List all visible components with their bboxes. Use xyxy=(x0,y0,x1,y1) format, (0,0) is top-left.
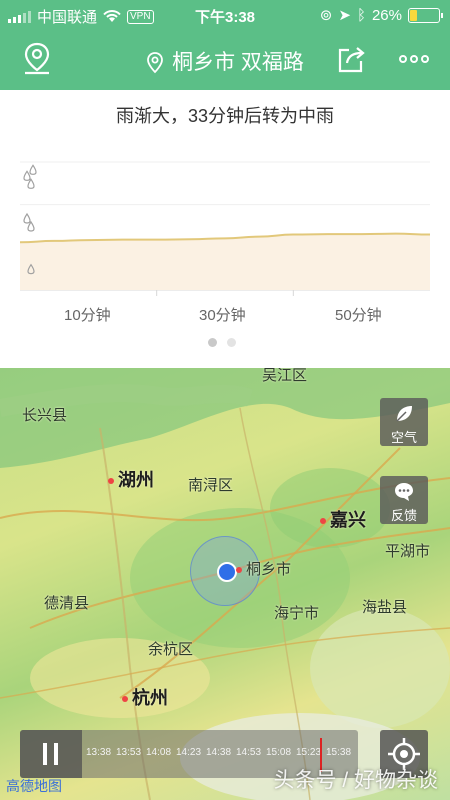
timeline-tick[interactable]: 15:08 xyxy=(266,747,296,758)
timeline-tick[interactable]: 14:08 xyxy=(146,747,176,758)
city-dot xyxy=(108,478,114,485)
timeline-tick[interactable]: 14:53 xyxy=(236,747,266,758)
timeline-tick[interactable]: 15:38 xyxy=(326,747,356,758)
rain-level-2-icon xyxy=(23,212,35,232)
air-quality-label: 空气 xyxy=(390,430,417,445)
status-right: ⊚ ➤ ᛒ 26% xyxy=(319,6,443,24)
air-quality-button[interactable]: 空气 xyxy=(380,398,428,446)
page-dot-2[interactable] xyxy=(227,338,236,347)
city-dot xyxy=(122,696,128,703)
chat-bubble-icon xyxy=(395,483,413,501)
feedback-label: 反馈 xyxy=(390,508,417,523)
timeline-tick[interactable]: 14:23 xyxy=(176,747,206,758)
rain-level-3-icon xyxy=(23,164,37,189)
bluetooth-icon: ᛒ xyxy=(356,6,366,24)
tongxiang-name: 桐乡市 xyxy=(246,561,292,578)
city-dot xyxy=(236,567,242,574)
map-label-tongxiang: 桐乡市 xyxy=(236,558,291,579)
watermark: 头条号 / 好物杂谈 xyxy=(273,769,438,792)
jiaxing-name: 嘉兴 xyxy=(330,510,366,530)
more-icon[interactable] xyxy=(398,52,430,66)
hangzhou-name: 杭州 xyxy=(132,688,168,708)
share-icon[interactable] xyxy=(336,44,366,74)
map-label-jiaxing: 嘉兴 xyxy=(320,506,366,532)
current-location-dot[interactable] xyxy=(217,562,237,582)
location-services-icon: ➤ xyxy=(338,7,351,24)
x-label-10: 10分钟 xyxy=(64,307,111,324)
map-credit[interactable]: 高德地图 xyxy=(6,776,62,796)
map-label-haining: 海宁市 xyxy=(274,605,320,622)
status-bar: 中国联通 VPN 下午3:38 ⊚ ➤ ᛒ 26% xyxy=(0,0,450,30)
page-indicator[interactable] xyxy=(208,338,236,347)
timeline-tick[interactable]: 13:38 xyxy=(86,747,116,758)
feedback-button[interactable]: 反馈 xyxy=(380,476,428,524)
huzhou-name: 湖州 xyxy=(118,470,154,490)
pause-icon xyxy=(43,743,47,765)
location-title[interactable]: 桐乡市 双福路 xyxy=(0,46,450,76)
map-label-hangzhou: 杭州 xyxy=(122,684,168,710)
battery-fill xyxy=(410,9,417,21)
forecast-card: 雨渐大，33分钟后转为中雨 10分钟 30分钟 50分钟 xyxy=(0,90,450,368)
precipitation-chart xyxy=(19,161,431,296)
map-label-nanxun: 南浔区 xyxy=(188,477,234,494)
radar-map[interactable]: 吴江区 长兴县 湖州 南浔区 嘉兴 平湖市 桐乡市 德清县 海宁市 海盐县 余杭… xyxy=(0,368,450,800)
timeline-tick[interactable]: 14:38 xyxy=(206,747,236,758)
x-label-50: 50分钟 xyxy=(335,307,382,324)
map-label-huzhou: 湖州 xyxy=(108,466,154,492)
map-label-wujiang: 吴江区 xyxy=(262,368,308,384)
timeline-ticks: 13:38 13:53 14:08 14:23 14:38 14:53 15:08 15:23… xyxy=(86,747,356,758)
leaf-icon xyxy=(396,406,412,422)
map-label-deqing: 德清县 xyxy=(44,595,90,612)
map-label-haiyan: 海盐县 xyxy=(362,599,408,616)
battery-icon xyxy=(408,7,443,23)
page-dot-1[interactable] xyxy=(208,338,217,347)
map-label-yuhang: 余杭区 xyxy=(148,641,194,658)
forecast-summary: 雨渐大，33分钟后转为中雨 xyxy=(115,106,335,126)
pause-button[interactable] xyxy=(20,730,82,778)
app-header: 桐乡市 双福路 xyxy=(0,30,450,90)
map-pin-icon xyxy=(147,52,163,74)
city-dot xyxy=(320,518,326,525)
x-label-30: 30分钟 xyxy=(199,307,246,324)
battery-percent: 26% xyxy=(371,6,402,24)
timeline-tick[interactable]: 13:53 xyxy=(116,747,146,758)
map-label-pinghu: 平湖市 xyxy=(385,543,431,560)
precipitation-area xyxy=(20,233,430,290)
map-label-changxing: 长兴县 xyxy=(22,407,68,424)
location-name: 桐乡市 双福路 xyxy=(172,51,304,74)
rotation-lock-icon: ⊚ xyxy=(319,7,333,24)
